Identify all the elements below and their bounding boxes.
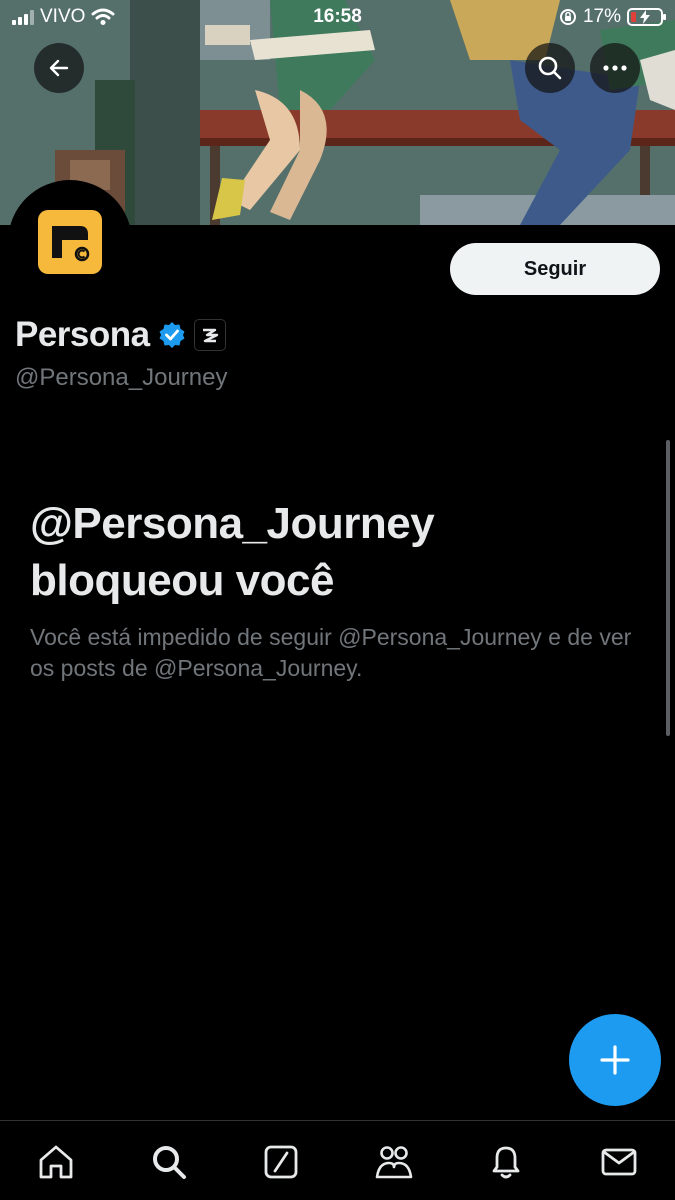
avatar-image: [15, 187, 125, 297]
notifications-icon: [492, 1146, 520, 1179]
more-button[interactable]: [590, 43, 640, 93]
blocked-title-line2: bloqueou você: [30, 556, 334, 605]
more-icon: [603, 65, 627, 71]
profile-name-row: Persona: [15, 315, 226, 355]
tab-notifications[interactable]: [476, 1141, 536, 1183]
profile-handle: @Persona_Journey: [15, 364, 228, 391]
verified-badge-icon[interactable]: [158, 321, 186, 349]
search-icon: [152, 1146, 186, 1179]
tab-search[interactable]: [139, 1141, 199, 1183]
orientation-lock-icon: [559, 9, 576, 25]
scrollbar[interactable]: [666, 440, 670, 736]
affiliation-badge-icon[interactable]: [193, 319, 226, 351]
back-button[interactable]: [34, 43, 84, 93]
tab-messages[interactable]: [589, 1141, 649, 1183]
blocked-title: @Persona_Journey bloqueou você: [30, 495, 630, 609]
bottom-tab-bar: [0, 1120, 675, 1200]
back-arrow-icon: [49, 59, 69, 77]
messages-icon: [601, 1148, 637, 1176]
battery-percent: 17%: [582, 6, 621, 27]
home-icon: [39, 1145, 73, 1179]
persona-logo-icon: [38, 210, 102, 274]
status-right: 17%: [559, 6, 666, 28]
follow-button[interactable]: Seguir: [450, 243, 660, 295]
tab-home[interactable]: [26, 1141, 86, 1183]
battery-icon: [627, 8, 666, 26]
blocked-title-line1: @Persona_Journey: [30, 499, 435, 548]
grok-icon: [264, 1145, 298, 1179]
compose-button[interactable]: [569, 1014, 661, 1106]
plus-icon: [600, 1045, 630, 1075]
search-icon: [538, 56, 562, 80]
blocked-description: Você está impedido de seguir @Persona_Jo…: [30, 624, 632, 681]
charging-bolt-icon: [640, 10, 650, 24]
communities-icon: [375, 1146, 413, 1179]
status-bar: VIVO 16:58 17%: [0, 0, 675, 36]
profile-avatar[interactable]: [8, 180, 132, 304]
tab-communities[interactable]: [364, 1141, 424, 1183]
search-button[interactable]: [525, 43, 575, 93]
tab-grok[interactable]: [251, 1141, 311, 1183]
display-name: Persona: [15, 315, 150, 354]
